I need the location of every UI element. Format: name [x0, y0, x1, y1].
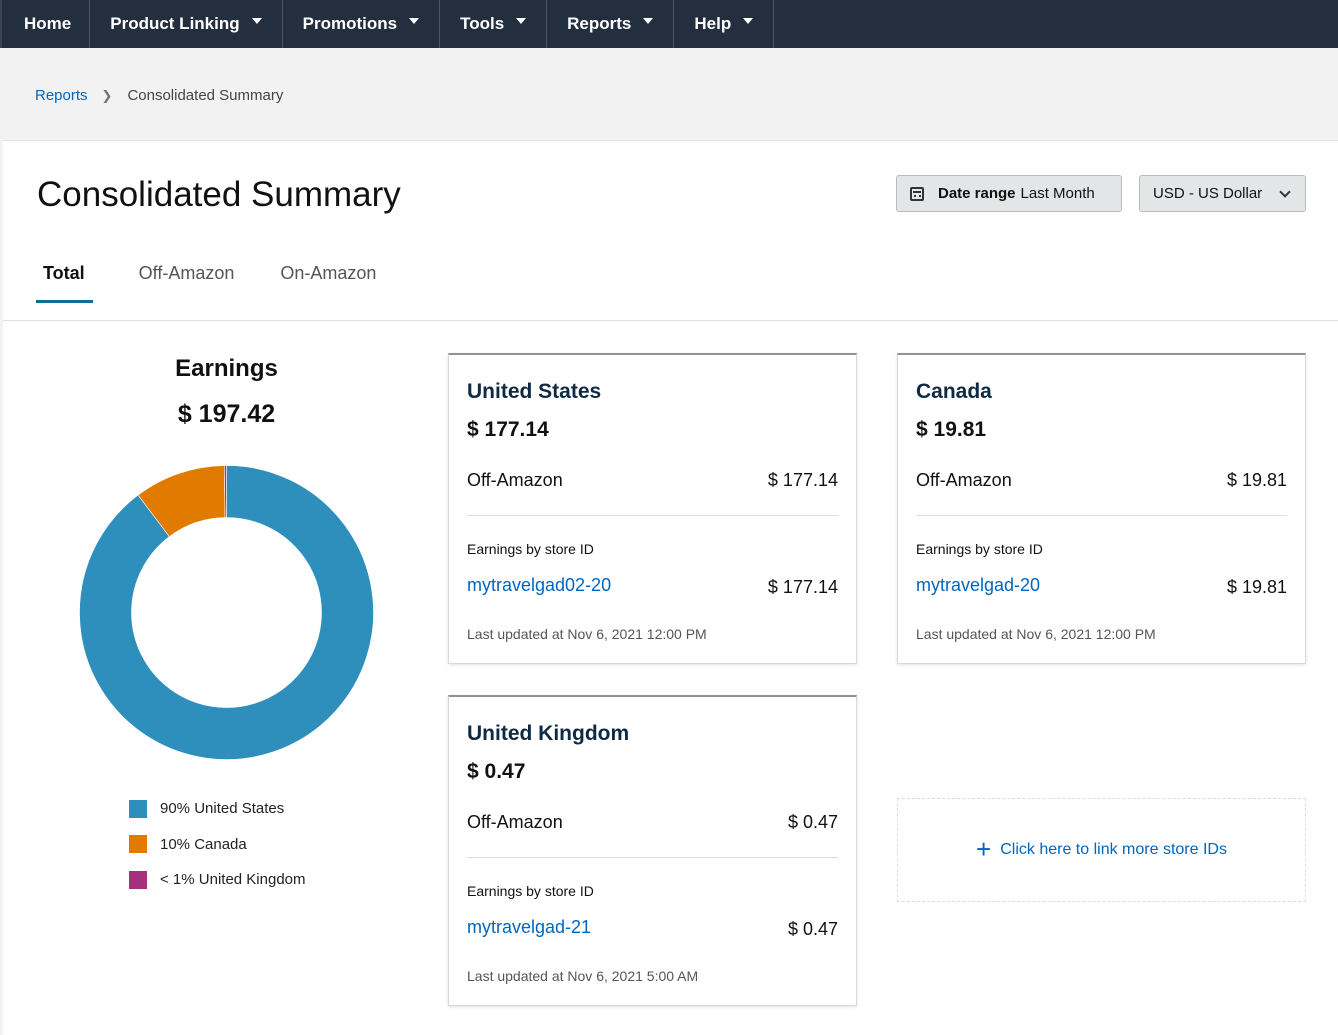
caret-down-icon — [516, 18, 527, 24]
legend-swatch-us — [129, 799, 147, 818]
channel-amount: $ 177.14 — [767, 470, 838, 490]
store-row: mytravelgad-21 $ 0.47 — [467, 917, 838, 939]
channel-amount: $ 19.81 — [1226, 470, 1287, 490]
date-range-value: Last Month — [1020, 185, 1095, 202]
calendar-icon — [910, 186, 924, 201]
nav-product-linking[interactable]: Product Linking — [90, 0, 283, 48]
channel-label: Off-Amazon — [916, 470, 1012, 490]
nav-product-linking-label: Product Linking — [110, 14, 240, 33]
link-more-store-ids-button[interactable]: + Click here to link more store IDs — [897, 798, 1306, 902]
store-amount: $ 0.47 — [787, 919, 838, 939]
tab-on-amazon[interactable]: On-Amazon — [280, 253, 376, 303]
store-amount: $ 19.81 — [1226, 577, 1287, 597]
link-more-label: Click here to link more store IDs — [1000, 841, 1227, 858]
legend-item-ca: 10% Canada — [129, 827, 306, 863]
channel-label: Off-Amazon — [467, 812, 563, 832]
legend-label-ca: 10% Canada — [160, 835, 247, 853]
nav-tools[interactable]: Tools — [440, 0, 548, 48]
store-heading: Earnings by store ID — [467, 883, 594, 899]
store-id-link[interactable]: mytravelgad02-20 — [467, 575, 611, 596]
channel-row: Off-Amazon $ 19.81 — [916, 470, 1287, 491]
card-title: United Kingdom — [467, 722, 630, 745]
caret-down-icon — [643, 18, 654, 24]
legend-swatch-ca — [129, 835, 147, 854]
legend-item-us: 90% United States — [129, 791, 306, 827]
caret-down-icon — [251, 18, 262, 24]
nav-home-label: Home — [24, 14, 72, 33]
nav-promotions-label: Promotions — [302, 14, 398, 33]
currency-select[interactable]: USD - US Dollar — [1139, 175, 1306, 212]
nav-tools-label: Tools — [460, 14, 505, 33]
store-id-link[interactable]: mytravelgad-21 — [467, 917, 591, 938]
chart-legend: 90% United States 10% Canada < 1% United… — [129, 791, 306, 898]
last-updated: Last updated at Nov 6, 2021 12:00 PM — [467, 626, 707, 642]
store-amount: $ 177.14 — [767, 577, 838, 597]
legend-label-uk: < 1% United Kingdom — [160, 871, 306, 889]
card-amount: $ 177.14 — [467, 418, 549, 441]
card-title: United States — [467, 380, 602, 403]
date-range-label: Date range — [938, 185, 1016, 202]
store-row: mytravelgad02-20 $ 177.14 — [467, 575, 838, 597]
channel-amount: $ 0.47 — [787, 812, 838, 832]
chevron-down-icon — [1279, 186, 1291, 198]
date-range-button[interactable]: Date range Last Month — [896, 175, 1122, 212]
plus-icon: + — [976, 834, 992, 864]
channel-row: Off-Amazon $ 0.47 — [467, 812, 838, 833]
tab-off-amazon[interactable]: Off-Amazon — [139, 253, 235, 303]
earnings-total: $ 197.42 — [177, 400, 276, 428]
last-updated: Last updated at Nov 6, 2021 12:00 PM — [916, 626, 1156, 642]
main-panel: Consolidated Summary Date range Last Mon… — [3, 140, 1338, 1035]
tabs: Total Off-Amazon On-Amazon — [36, 253, 422, 303]
tabs-divider — [3, 320, 1338, 321]
card-united-kingdom: United Kingdom $ 0.47 Off-Amazon $ 0.47 … — [448, 695, 857, 1006]
top-nav: Home Product Linking Promotions Tools Re… — [0, 0, 1338, 48]
legend-label-us: 90% United States — [160, 800, 285, 818]
chevron-right-icon: ❯ — [101, 87, 113, 103]
divider — [467, 857, 838, 858]
store-id-link[interactable]: mytravelgad-20 — [916, 575, 1040, 596]
card-canada: Canada $ 19.81 Off-Amazon $ 19.81 Earnin… — [897, 353, 1306, 664]
page-title: Consolidated Summary — [37, 175, 401, 214]
caret-down-icon — [409, 18, 420, 24]
store-heading: Earnings by store ID — [916, 541, 1043, 557]
store-heading: Earnings by store ID — [467, 541, 594, 557]
legend-item-uk: < 1% United Kingdom — [129, 862, 306, 898]
caret-down-icon — [743, 18, 754, 24]
nav-home[interactable]: Home — [0, 0, 91, 48]
card-amount: $ 0.47 — [467, 760, 526, 783]
divider — [916, 515, 1287, 516]
nav-promotions[interactable]: Promotions — [283, 0, 441, 48]
nav-help-label: Help — [694, 14, 732, 33]
earnings-donut-chart — [79, 465, 374, 760]
breadcrumb: Reports ❯ Consolidated Summary — [35, 87, 283, 104]
breadcrumb-reports-link[interactable]: Reports — [35, 87, 88, 104]
breadcrumb-current: Consolidated Summary — [127, 87, 284, 104]
nav-reports[interactable]: Reports — [547, 0, 675, 48]
store-row: mytravelgad-20 $ 19.81 — [916, 575, 1287, 597]
card-united-states: United States $ 177.14 Off-Amazon $ 177.… — [448, 353, 857, 664]
legend-swatch-uk — [129, 870, 147, 889]
earnings-title: Earnings — [175, 355, 278, 382]
currency-value: USD - US Dollar — [1153, 185, 1263, 202]
channel-label: Off-Amazon — [467, 470, 563, 490]
card-amount: $ 19.81 — [916, 418, 987, 441]
channel-row: Off-Amazon $ 177.14 — [467, 470, 838, 491]
card-title: Canada — [916, 380, 992, 403]
tab-total[interactable]: Total — [36, 253, 93, 303]
nav-reports-label: Reports — [567, 14, 632, 33]
nav-help[interactable]: Help — [674, 0, 775, 48]
last-updated: Last updated at Nov 6, 2021 5:00 AM — [467, 968, 699, 984]
divider — [467, 515, 838, 516]
